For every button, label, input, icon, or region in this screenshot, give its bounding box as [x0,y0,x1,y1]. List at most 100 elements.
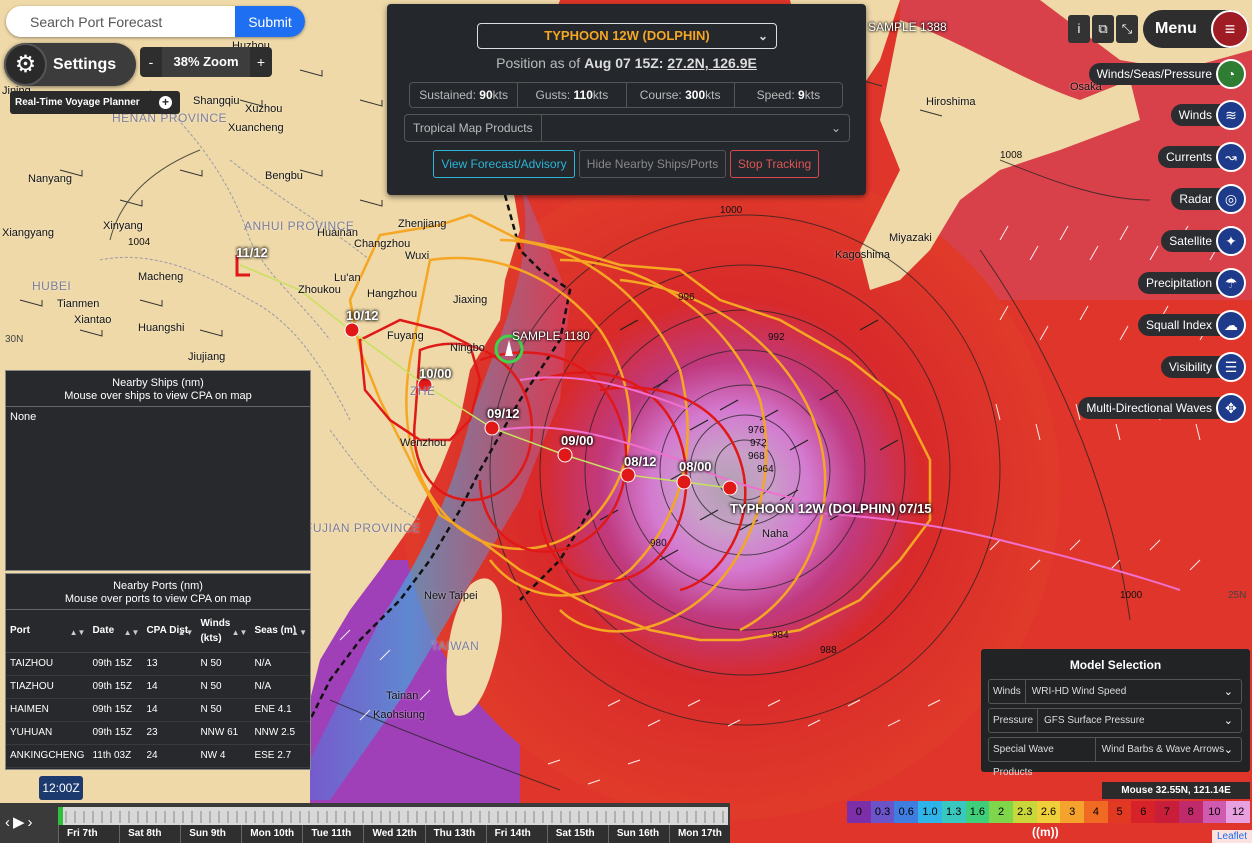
city-label: Xiangyang [2,227,54,239]
track-point-label: 09/00 [561,433,594,448]
timeline-day[interactable]: Tue 11th [302,825,363,843]
next-icon: › [27,814,36,831]
table-row[interactable]: TIAZHOU 09th 15Z 14 N 50 N/A [6,675,310,699]
col-date[interactable]: Date ▲▼ [88,610,143,653]
layer-winds-seas-pressure[interactable]: Winds/Seas/Pressure ◔ [1088,59,1246,89]
layer-squall-index[interactable]: Squall Index ☁ [1137,310,1246,340]
settings-button[interactable]: ⚙ Settings [4,43,136,86]
isobar-label: 984 [772,630,789,641]
city-label: Hiroshima [926,96,976,108]
info-button[interactable]: i [1068,15,1090,43]
legend-swatch: 4 [1084,801,1108,823]
timeline-day[interactable]: Sat 15th [546,825,608,843]
layer-label: Radar [1171,188,1220,210]
timeline-day[interactable]: Fri 14th [485,825,547,843]
table-cell: ESE 2.7 [250,744,310,768]
table-cell: N 50 [196,652,251,676]
city-label: Zhoukou [298,284,341,296]
table-cell: TAIZHOU [6,652,89,676]
layer-precipitation[interactable]: Precipitation ☂ [1137,268,1246,298]
view-forecast-button[interactable]: View Forecast/Advisory [433,150,575,178]
timeline[interactable]: ‹▶› Fri 7th Sat 8th Sun 9th Mon 10th Tue 11t… [0,803,730,843]
ship-label[interactable]: SAMPLE 1180 [512,329,590,343]
timeline-day[interactable]: Mon 17th [668,825,730,843]
col-port[interactable]: Port ▲▼ [6,610,89,653]
table-cell: HAIMEN [6,698,89,722]
settings-label: Settings [53,55,117,73]
external-link-icon[interactable]: ⧉ [1092,15,1114,43]
table-cell: 14 [142,675,197,699]
table-row[interactable]: ANKINGCHENG 11th 03Z 24 NW 4 ESE 2.7 [6,744,310,768]
layer-currents[interactable]: Currents ↝ [1157,142,1246,172]
layer-satellite[interactable]: Satellite ✦ [1161,226,1246,256]
track-point-label: 08/00 [679,459,712,474]
city-label: Huangshi [138,322,185,334]
legend-units: ((m)) [1032,825,1059,839]
tropical-products-select[interactable]: Tropical Map Products ⌄ [404,114,850,142]
leaflet-attribution[interactable]: Leaflet [1211,830,1252,843]
table-cell: 14 [142,698,197,722]
table-cell: 09th 15Z [88,675,143,699]
city-label: Fuyang [387,330,424,342]
layer-radar[interactable]: Radar ◎ [1171,184,1246,214]
table-cell: 24 [142,744,197,768]
city-label: Xinyang [103,220,143,232]
sort-icon: ▲▼ [123,628,140,637]
timeline-day[interactable]: Sun 9th [180,825,241,843]
table-cell: N/A [250,652,310,676]
nearby-ports-panel: Nearby Ports (nm) Mouse over ports to vi… [5,573,311,770]
model-value: Wind Barbs & Wave Arrows [1101,744,1224,755]
timeline-day[interactable]: Thu 13th [424,825,486,843]
city-label: Lu'an [334,272,361,284]
table-row[interactable]: YUHUAN 09th 15Z 23 NNW 61 NNW 2.5 [6,721,310,745]
timeline-day[interactable]: Sun 16th [607,825,669,843]
table-cell: ENE 4.1 [250,698,310,722]
layer-multi-waves[interactable]: Multi-Directional Waves ✥ [1078,393,1246,423]
position-coords[interactable]: 27.2N, 126.9E [667,55,757,71]
stop-tracking-button[interactable]: Stop Tracking [730,150,819,178]
model-waves-select[interactable]: Special Wave Products Wind Barbs & Wave … [988,737,1242,778]
zoom-out-button[interactable]: - [140,54,162,70]
submit-button[interactable]: Submit [235,6,305,37]
fog-icon: ☰ [1216,352,1246,382]
ports-header: Nearby Ports (nm) Mouse over ports to vi… [6,574,310,610]
col-seas[interactable]: Seas (m) ▲▼ [250,610,310,653]
chevron-down-icon: ⌄ [1223,686,1233,698]
table-cell: TIAZHOU [6,675,89,699]
table-row[interactable]: HAIMEN 09th 15Z 14 N 50 ENE 4.1 [6,698,310,722]
storm-select[interactable]: TYPHOON 12W (DOLPHIN) ⌄ [477,23,777,49]
city-label: Hangzhou [367,288,418,300]
track-point-label: 10/00 [419,366,452,381]
voyage-planner-button[interactable]: Real-Time Voyage Planner + [10,91,180,114]
layer-visibility[interactable]: Visibility ☰ [1160,352,1246,382]
ship-label[interactable]: SAMPLE 1388 [868,20,947,34]
timeline-day[interactable]: Fri 7th [58,825,119,843]
chevron-down-icon: ⌄ [1223,715,1233,727]
table-row[interactable]: TAIZHOU 09th 15Z 13 N 50 N/A [6,652,310,676]
isobar-label: 992 [768,332,785,343]
model-winds-select[interactable]: Winds WRI-HD Wind Speed ⌄ [988,679,1242,704]
layer-label: Multi-Directional Waves [1078,397,1220,419]
city-label: Wuxi [405,250,430,262]
timeline-day[interactable]: Wed 12th [363,825,424,843]
timeline-day[interactable]: Sat 8th [119,825,180,843]
layer-winds[interactable]: Winds ≋ [1170,100,1246,130]
playback-controls[interactable]: ‹▶› [5,813,36,831]
storm-label[interactable]: TYPHOON 12W (DOLPHIN) 07/15 [730,501,932,516]
timeline-day[interactable]: Mon 10th [241,825,302,843]
model-selection-panel: Model Selection Winds WRI-HD Wind Speed … [981,649,1250,778]
search-input[interactable] [6,6,235,37]
city-label: Macheng [138,271,184,283]
isobar-label: 980 [650,538,667,549]
col-cpa[interactable]: CPA Dist ▲▼ [142,610,197,653]
legend-swatch: 12 [1226,801,1250,823]
timeline-slider[interactable] [58,807,728,825]
zoom-in-button[interactable]: + [250,54,272,70]
city-label: Jiaxing [453,294,488,306]
timeline-ticks [58,807,724,825]
collapse-icon[interactable]: ⤡ [1116,15,1138,43]
menu-button[interactable]: Menu ≡ [1143,10,1249,48]
model-pressure-select[interactable]: Pressure GFS Surface Pressure ⌄ [988,708,1242,733]
col-winds[interactable]: Winds (kts) ▲▼ [196,610,251,653]
hide-nearby-button[interactable]: Hide Nearby Ships/Ports [579,150,726,178]
